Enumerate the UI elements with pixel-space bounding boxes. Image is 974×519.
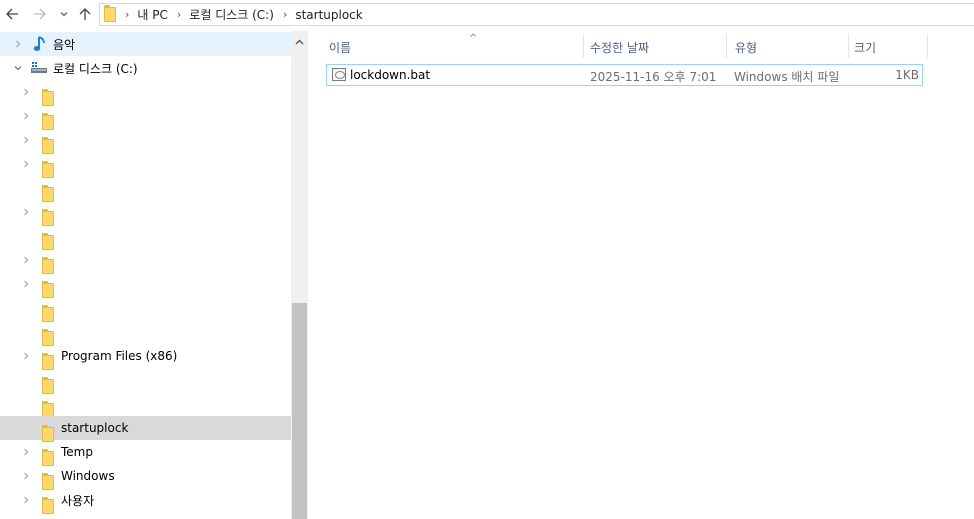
chevron-right-icon[interactable] bbox=[20, 350, 32, 362]
tree-item-folder[interactable] bbox=[0, 152, 291, 178]
column-name-label: 이름 bbox=[329, 40, 352, 55]
navigation-pane: 음악 로컬 디스크 (C:) Program Files (x86) startu… bbox=[0, 31, 291, 519]
tree-item-folder[interactable]: Temp bbox=[0, 440, 291, 466]
column-header-modified[interactable]: 수정한 날짜 bbox=[590, 34, 726, 60]
arrow-left-icon[interactable] bbox=[2, 4, 22, 24]
breadcrumb-this-pc[interactable]: 내 PC bbox=[137, 6, 167, 23]
column-header-type[interactable]: 유형 bbox=[735, 34, 847, 60]
file-size: 1KB bbox=[895, 68, 919, 82]
tree-item-label: startuplock bbox=[61, 421, 129, 435]
chevron-right-icon[interactable] bbox=[20, 158, 32, 170]
tree-item-label: 음악 bbox=[53, 37, 76, 52]
tree-item-folder[interactable] bbox=[0, 296, 291, 322]
chevron-right-icon[interactable]: › bbox=[177, 8, 181, 21]
chevron-right-icon[interactable] bbox=[20, 254, 32, 266]
tree-item-label: Temp bbox=[61, 445, 93, 459]
column-size-label: 크기 bbox=[854, 40, 877, 55]
batch-file-icon bbox=[332, 68, 346, 81]
chevron-right-icon[interactable] bbox=[20, 206, 32, 218]
tree-item-local-disk[interactable]: 로컬 디스크 (C:) bbox=[0, 56, 291, 80]
tree-item-folder[interactable] bbox=[0, 80, 291, 106]
column-divider[interactable] bbox=[726, 34, 727, 58]
file-name: lockdown.bat bbox=[350, 68, 431, 82]
tree-item-label: Windows bbox=[61, 469, 115, 483]
address-field[interactable]: › 내 PC › 로컬 디스크 (C:) › startuplock bbox=[99, 3, 974, 26]
chevron-right-icon[interactable] bbox=[20, 86, 32, 98]
tree-item-folder[interactable]: Windows bbox=[0, 464, 291, 490]
tree-item-folder[interactable]: Program Files (x86) bbox=[0, 344, 291, 370]
tree-item-folder[interactable]: 사용자 bbox=[0, 488, 291, 514]
music-note-icon bbox=[33, 35, 47, 56]
tree-item-folder[interactable] bbox=[0, 104, 291, 130]
folder-icon bbox=[42, 496, 54, 514]
breadcrumb-startuplock[interactable]: startuplock bbox=[295, 8, 362, 22]
chevron-up-icon[interactable] bbox=[291, 35, 308, 49]
file-type: Windows 배치 파일 bbox=[734, 70, 840, 84]
tree-item-label: 로컬 디스크 (C:) bbox=[53, 61, 138, 76]
chevron-right-icon[interactable] bbox=[20, 470, 32, 482]
arrow-up-icon[interactable] bbox=[75, 4, 95, 24]
chevron-right-icon[interactable] bbox=[20, 446, 32, 458]
chevron-right-icon[interactable]: › bbox=[283, 8, 287, 21]
tree-item-label: 사용자 bbox=[61, 493, 95, 508]
tree-item-folder[interactable] bbox=[0, 248, 291, 274]
drive-icon bbox=[31, 62, 47, 77]
folder-icon bbox=[104, 5, 116, 22]
tree-item-folder[interactable]: startuplock bbox=[0, 416, 291, 442]
tree-item-folder[interactable] bbox=[0, 224, 291, 250]
column-header-size[interactable]: 크기 bbox=[854, 34, 926, 60]
tree-item-folder[interactable] bbox=[0, 272, 291, 298]
address-bar-row: › 내 PC › 로컬 디스크 (C:) › startuplock bbox=[0, 0, 974, 30]
tree-item-folder[interactable] bbox=[0, 368, 291, 394]
chevron-right-icon[interactable] bbox=[20, 494, 32, 506]
chevron-down-icon[interactable] bbox=[54, 4, 74, 24]
tree-item-music[interactable]: 음악 bbox=[0, 32, 291, 56]
sort-ascending-icon: ^ bbox=[469, 33, 478, 44]
file-modified: 2025-11-16 오후 7:01 bbox=[590, 70, 717, 84]
chevron-right-icon[interactable] bbox=[12, 38, 24, 50]
tree-item-folder[interactable] bbox=[0, 200, 291, 226]
tree-item-label: Program Files (x86) bbox=[61, 349, 178, 363]
column-type-label: 유형 bbox=[735, 40, 758, 55]
chevron-right-icon[interactable] bbox=[20, 110, 32, 122]
arrow-right-icon[interactable] bbox=[30, 4, 50, 24]
chevron-right-icon[interactable] bbox=[20, 278, 32, 290]
breadcrumb-local-disk[interactable]: 로컬 디스크 (C:) bbox=[189, 6, 274, 23]
table-row[interactable]: lockdown.bat 2025-11-16 오후 7:01 Windows … bbox=[326, 64, 923, 86]
tree-item-folder[interactable] bbox=[0, 392, 291, 418]
chevron-down-icon[interactable] bbox=[12, 62, 24, 74]
column-divider[interactable] bbox=[583, 34, 584, 58]
tree-item-folder[interactable] bbox=[0, 320, 291, 346]
nav-scrollbar[interactable] bbox=[291, 31, 308, 519]
scrollbar-thumb[interactable] bbox=[292, 303, 307, 519]
column-modified-label: 수정한 날짜 bbox=[590, 40, 650, 55]
column-header-name[interactable]: 이름 ^ bbox=[329, 33, 584, 60]
chevron-right-icon[interactable] bbox=[20, 134, 32, 146]
tree-item-folder[interactable] bbox=[0, 176, 291, 202]
file-list: 이름 ^ 수정한 날짜 유형 크기 lockdown.bat 2025-11-1… bbox=[308, 31, 974, 519]
column-divider[interactable] bbox=[848, 34, 849, 58]
column-divider[interactable] bbox=[927, 34, 928, 58]
tree-item-folder[interactable] bbox=[0, 128, 291, 154]
chevron-right-icon: › bbox=[125, 8, 130, 21]
